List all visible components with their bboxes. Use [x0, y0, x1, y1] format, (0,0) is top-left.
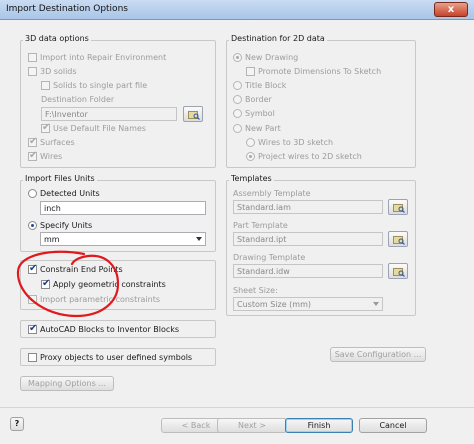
- title-block-radio[interactable]: [233, 81, 242, 90]
- wires-checkbox[interactable]: ✔: [28, 150, 38, 161]
- browse-folder-icon: [393, 236, 405, 245]
- detected-units-field[interactable]: inch: [40, 201, 206, 215]
- autocad-blocks-label: AutoCAD Blocks to Inventor Blocks: [40, 325, 180, 334]
- group-templates-label: Templates: [229, 174, 274, 183]
- solids-single-label: Solids to single part file: [53, 81, 148, 90]
- chevron-down-icon: [196, 237, 202, 241]
- window-title: Import Destination Options: [6, 4, 128, 14]
- symbol-radio[interactable]: [233, 109, 242, 118]
- browse-folder-icon: [393, 268, 405, 277]
- group-dest-2d-label: Destination for 2D data: [229, 34, 327, 43]
- check-icon: ✔: [29, 136, 38, 147]
- new-part-label: New Part: [245, 124, 281, 133]
- promote-dims-label: Promote Dimensions To Sketch: [258, 67, 382, 76]
- specify-units-label: Specify Units: [40, 221, 93, 230]
- promote-dims-checkbox[interactable]: [246, 67, 255, 76]
- specify-units-radio[interactable]: [28, 221, 37, 230]
- specify-units-select[interactable]: mm: [40, 232, 206, 246]
- surfaces-label: Surfaces: [40, 138, 75, 147]
- check-icon: ✔: [42, 122, 51, 133]
- project-wires-label: Project wires to 2D sketch: [258, 152, 362, 161]
- group-3d-data-label: 3D data options: [23, 34, 91, 43]
- group-units-label: Import Files Units: [23, 174, 97, 183]
- autocad-blocks-checkbox[interactable]: ✔: [28, 323, 38, 334]
- sheet-size-label: Sheet Size:: [233, 286, 278, 295]
- check-icon: ✔: [29, 323, 38, 334]
- border-radio[interactable]: [233, 95, 242, 104]
- chevron-down-icon: [373, 302, 379, 306]
- specify-units-value: mm: [44, 235, 60, 244]
- assembly-template-field[interactable]: Standard.iam: [233, 200, 383, 214]
- help-icon: ?: [14, 419, 20, 428]
- drawing-template-browse-button[interactable]: [388, 263, 408, 279]
- mapping-options-button[interactable]: Mapping Options ...: [20, 376, 114, 391]
- proxy-objects-label: Proxy objects to user defined symbols: [40, 353, 193, 362]
- wires-label: Wires: [40, 152, 63, 161]
- solids-3d-checkbox[interactable]: [28, 67, 37, 76]
- solids-3d-label: 3D solids: [40, 67, 77, 76]
- dest-folder-browse-button[interactable]: [183, 106, 203, 122]
- cancel-button[interactable]: Cancel: [359, 418, 427, 433]
- proxy-objects-checkbox[interactable]: [28, 353, 37, 362]
- new-drawing-radio[interactable]: [233, 53, 242, 62]
- help-button[interactable]: ?: [10, 417, 24, 431]
- dest-folder-label: Destination Folder: [41, 95, 115, 104]
- finish-button[interactable]: Finish: [285, 418, 353, 433]
- check-icon: ✔: [29, 150, 38, 161]
- surfaces-checkbox[interactable]: ✔: [28, 136, 38, 147]
- footer-divider: [0, 407, 474, 408]
- browse-folder-icon: [393, 204, 405, 213]
- save-configuration-button[interactable]: Save Configuration ...: [330, 347, 426, 362]
- wires-3d-label: Wires to 3D sketch: [258, 138, 334, 147]
- symbol-label: Symbol: [245, 109, 275, 118]
- close-icon: x: [447, 4, 455, 15]
- import-repair-label: Import into Repair Environment: [40, 53, 167, 62]
- new-drawing-label: New Drawing: [245, 53, 299, 62]
- title-bar: Import Destination Options x: [0, 0, 474, 20]
- solids-single-checkbox[interactable]: [41, 81, 50, 90]
- dest-folder-field[interactable]: F:\Inventor: [41, 107, 177, 121]
- part-template-browse-button[interactable]: [388, 231, 408, 247]
- detected-units-label: Detected Units: [40, 189, 100, 198]
- project-wires-radio[interactable]: [246, 152, 255, 161]
- detected-units-radio[interactable]: [28, 189, 37, 198]
- title-block-label: Title Block: [245, 81, 287, 90]
- sheet-size-value: Custom Size (mm): [237, 300, 311, 309]
- drawing-template-field[interactable]: Standard.idw: [233, 264, 383, 278]
- use-default-names-checkbox[interactable]: ✔: [41, 122, 51, 133]
- red-circle-annotation: [16, 250, 120, 318]
- assembly-template-browse-button[interactable]: [388, 199, 408, 215]
- browse-folder-icon: [188, 111, 200, 120]
- wires-3d-radio[interactable]: [246, 138, 255, 147]
- close-button[interactable]: x: [434, 2, 468, 17]
- use-default-names-label: Use Default File Names: [53, 124, 146, 133]
- import-repair-checkbox[interactable]: [28, 53, 37, 62]
- part-template-label: Part Template: [233, 221, 288, 230]
- next-button[interactable]: Next >: [217, 418, 287, 433]
- sheet-size-select[interactable]: Custom Size (mm): [233, 297, 383, 311]
- new-part-radio[interactable]: [233, 124, 242, 133]
- assembly-template-label: Assembly Template: [233, 189, 311, 198]
- part-template-field[interactable]: Standard.ipt: [233, 232, 383, 246]
- drawing-template-label: Drawing Template: [233, 253, 306, 262]
- border-label: Border: [245, 95, 272, 104]
